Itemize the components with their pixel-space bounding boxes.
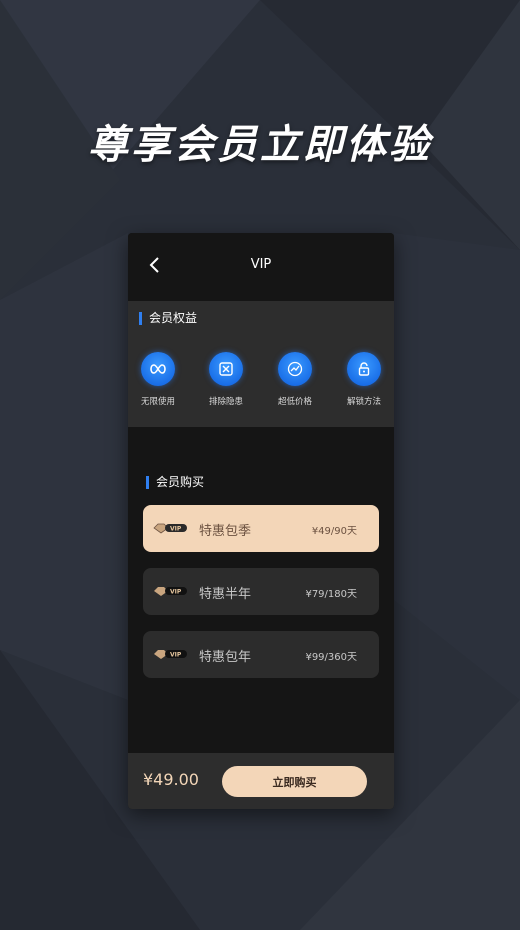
benefits-section: 会员权益 无限使用 排除隐患 超低价格 解锁方法	[128, 301, 394, 427]
shield-x-icon	[209, 352, 243, 386]
benefit-price[interactable]: 超低价格	[265, 352, 325, 407]
buy-now-button[interactable]: 立即购买	[222, 766, 367, 797]
benefit-risk[interactable]: 排除隐患	[196, 352, 256, 407]
benefit-label: 解锁方法	[346, 397, 381, 407]
svg-text:VIP: VIP	[170, 526, 182, 533]
nav-bar: VIP	[128, 233, 394, 301]
benefit-unlimited[interactable]: 无限使用	[128, 352, 188, 407]
infinity-icon	[141, 352, 175, 386]
plan-year[interactable]: VIP 特惠包年 ¥99/360天	[143, 631, 379, 678]
trend-icon	[278, 352, 312, 386]
vip-badge-icon: VIP	[153, 523, 187, 534]
total-price: ¥49.00	[143, 770, 199, 789]
vip-badge-icon: VIP	[154, 650, 187, 659]
benefit-label: 排除隐患	[208, 397, 243, 407]
unlock-icon	[347, 352, 381, 386]
svg-text:VIP: VIP	[170, 652, 182, 659]
plan-price: ¥79/180天	[305, 589, 357, 600]
phone-screen: VIP 会员权益 无限使用 排除隐患 超低价格 解锁方法 会员购买 VIP 特惠…	[128, 233, 394, 809]
checkout-bar: ¥49.00 立即购买	[128, 753, 394, 809]
plan-quarter[interactable]: VIP 特惠包季 ¥49/90天	[143, 505, 379, 552]
purchase-section: 会员购买 VIP 特惠包季 ¥49/90天 VIP 特惠半年 ¥79/180天	[128, 427, 394, 753]
nav-title: VIP	[250, 257, 272, 272]
benefit-unlock[interactable]: 解锁方法	[334, 352, 394, 407]
benefit-label: 无限使用	[140, 397, 175, 407]
plan-name: 特惠包年	[199, 650, 252, 665]
purchase-title: 会员购买	[146, 476, 204, 489]
plan-name: 特惠包季	[199, 524, 252, 539]
benefits-title: 会员权益	[139, 312, 197, 325]
plan-half-year[interactable]: VIP 特惠半年 ¥79/180天	[143, 568, 379, 615]
plan-price: ¥99/360天	[305, 652, 357, 663]
benefit-label: 超低价格	[277, 397, 312, 407]
svg-text:VIP: VIP	[170, 589, 182, 596]
plan-name: 特惠半年	[199, 587, 252, 602]
promo-headline: 尊享会员立即体验	[88, 122, 432, 168]
plan-price: ¥49/90天	[311, 526, 357, 537]
vip-badge-icon: VIP	[154, 587, 187, 596]
